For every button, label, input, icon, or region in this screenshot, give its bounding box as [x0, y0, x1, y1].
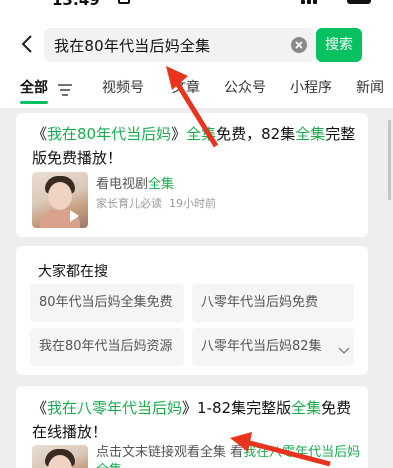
scrollbar[interactable]	[388, 120, 391, 200]
search-input[interactable]: 我在80年代当后妈全集	[44, 28, 314, 62]
chip-label: 八零年代当后妈82集	[201, 339, 322, 354]
chip-fade	[324, 284, 354, 322]
account-name: 家长育儿必读	[96, 197, 162, 210]
search-result-card[interactable]: 《我在80年代当后妈》全集免费，82集全集完整版免费播放！ 看电视剧全集 家长育…	[16, 113, 368, 237]
video-thumbnail[interactable]	[32, 445, 88, 468]
chevron-down-icon[interactable]	[338, 340, 350, 355]
source-highlight: 全集	[148, 177, 175, 192]
suggestion-chip[interactable]: 我在80年代当后妈资源	[30, 328, 184, 366]
snippet-highlight: 我在八零年代当后妈	[243, 445, 361, 460]
chip-label: 八零年代当后妈免费	[201, 295, 319, 310]
result-title[interactable]: 《我在80年代当后妈》全集免费，82集全集完整版免费播放！	[32, 122, 362, 170]
title-text: 》1-82集完整版	[182, 399, 292, 417]
tab-official-accounts[interactable]: 公众号	[224, 77, 266, 97]
play-icon	[70, 210, 79, 222]
tab-mini-programs[interactable]: 小程序	[290, 77, 332, 97]
tab-news[interactable]: 新闻	[356, 77, 384, 97]
clear-icon[interactable]	[291, 37, 307, 53]
video-thumbnail[interactable]	[32, 172, 88, 228]
title-highlight: 我在80年代当后妈	[47, 125, 172, 143]
title-text: 《	[32, 125, 48, 143]
suggestion-chip[interactable]: 八零年代当后妈82集	[192, 328, 354, 366]
status-indicators	[301, 0, 371, 4]
title-text: 》	[171, 125, 187, 143]
result-source: 看电视剧全集	[96, 173, 174, 192]
chip-label: 我在80年代当后妈资源	[39, 339, 173, 354]
title-highlight: 全集	[295, 125, 326, 143]
title-highlight: 全集	[291, 399, 322, 417]
tab-articles[interactable]: 文章	[172, 77, 200, 97]
suggestion-chip[interactable]: 80年代当后妈全集免费	[30, 284, 184, 322]
also-searched-title: 大家都在搜	[38, 264, 108, 280]
title-highlight: 全集	[186, 125, 217, 143]
title-text: 免费，82集	[216, 125, 296, 143]
battery-icon	[347, 0, 371, 4]
tab-channels[interactable]: 视频号	[102, 77, 144, 97]
result-meta: 家长育儿必读 19小时前	[96, 195, 216, 211]
active-tab-indicator	[20, 101, 48, 104]
back-chevron-icon[interactable]	[20, 34, 36, 54]
signal-bar	[307, 0, 311, 4]
result-title[interactable]: 《我在八零年代当后妈》1-82集完整版全集免费在线播放！	[32, 396, 362, 444]
also-searched-card: 大家都在搜 80年代当后妈全集免费 八零年代当后妈免费 我在80年代当后妈资源 …	[16, 246, 368, 375]
title-text: 《	[32, 399, 48, 417]
status-time: 13:49	[52, 0, 100, 9]
source-text: 看电视剧	[96, 177, 149, 192]
snippet-highlight: 全集	[96, 463, 122, 468]
result-snippet: 点击文末链接观看全集 看我在八零年代当后妈全集	[96, 444, 364, 468]
tab-all[interactable]: 全部	[20, 77, 48, 97]
search-result-card[interactable]: 《我在八零年代当后妈》1-82集完整版全集免费在线播放！ 点击文末链接观看全集 …	[16, 386, 368, 468]
signal-bar	[313, 0, 317, 4]
mute-icon	[118, 0, 130, 4]
title-highlight: 我在八零年代当后妈	[47, 399, 183, 417]
search-query: 我在80年代当后妈全集	[54, 37, 211, 55]
thumbnail-face	[48, 182, 72, 210]
signal-icon	[301, 0, 305, 4]
suggestion-chip[interactable]: 八零年代当后妈免费	[192, 284, 354, 322]
snippet-text: 点击文末链接观看全集 看	[96, 445, 244, 460]
result-time: 19小时前	[169, 197, 216, 210]
chip-label: 80年代当后妈全集免费	[39, 295, 173, 310]
filter-icon[interactable]	[58, 81, 72, 96]
search-button[interactable]: 搜索	[316, 28, 362, 62]
